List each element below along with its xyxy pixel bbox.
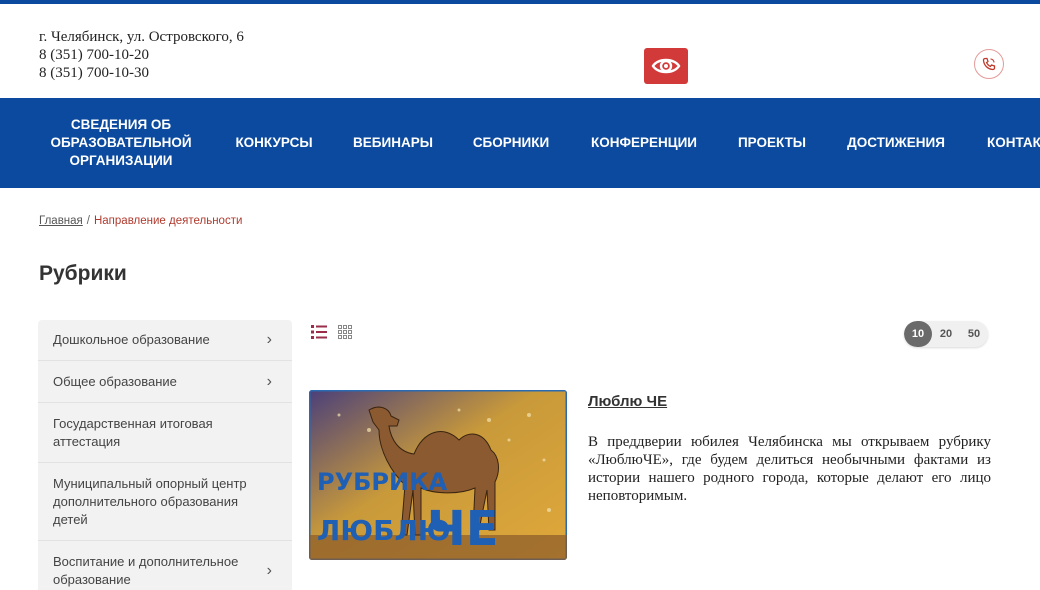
article-title-link[interactable]: Люблю ЧЕ <box>588 393 667 410</box>
sidebar-item-upbringing[interactable]: Воспитание и дополнительное образование … <box>38 541 292 590</box>
sidebar-item-municipal-center[interactable]: Муниципальный опорный центр дополнительн… <box>38 463 292 541</box>
nav-item-projects[interactable]: ПРОЕКТЫ <box>728 98 816 188</box>
address-text: г. Челябинск, ул. Островского, 6 <box>39 29 244 45</box>
main-navigation: СВЕДЕНИЯ ОБ ОБРАЗОВАТЕЛЬНОЙ ОРГАНИЗАЦИИ … <box>0 98 1040 188</box>
sidebar-item-label: Воспитание и дополнительное образование <box>53 554 239 587</box>
breadcrumb-current: Направление деятельности <box>93 215 243 227</box>
call-button[interactable] <box>974 49 1004 79</box>
phone-icon <box>982 57 996 71</box>
sidebar-item-state-certification[interactable]: Государственная итоговая аттестация <box>38 403 292 463</box>
chevron-right-icon: › <box>266 562 272 579</box>
page-size-20[interactable]: 20 <box>932 321 960 347</box>
image-caption-line3: ЧЕ <box>427 501 499 557</box>
grid-view-icon[interactable] <box>338 325 353 340</box>
chevron-right-icon: › <box>266 331 272 348</box>
header-contacts: г. Челябинск, ул. Островского, 6 8 (351)… <box>39 28 244 82</box>
nav-item-achievements[interactable]: ДОСТИЖЕНИЯ <box>836 98 956 188</box>
eye-icon <box>651 58 681 74</box>
nav-item-contacts[interactable]: КОНТАКТЫ <box>987 98 1040 188</box>
sidebar-item-preschool[interactable]: Дошкольное образование › <box>38 320 292 361</box>
sidebar-item-label: Дошкольное образование <box>53 332 210 347</box>
article-illustration: РУБРИКА ЛЮБЛЮ ЧЕ <box>309 390 567 560</box>
nav-item-webinars[interactable]: ВЕБИНАРЫ <box>344 98 442 188</box>
page-size-10[interactable]: 10 <box>904 321 932 347</box>
article-excerpt: В преддверии юбилея Челябинска мы открыв… <box>588 434 991 504</box>
sidebar-item-label: Муниципальный опорный центр дополнительн… <box>53 475 247 527</box>
breadcrumb: Главная / Направление деятельности <box>39 215 242 227</box>
page-size-selector: 10 20 50 <box>904 321 988 347</box>
nav-item-conferences[interactable]: КОНФЕРЕНЦИИ <box>580 98 708 188</box>
category-sidebar: Дошкольное образование › Общее образован… <box>38 320 292 590</box>
article-image[interactable]: РУБРИКА ЛЮБЛЮ ЧЕ <box>309 390 567 560</box>
page-size-50[interactable]: 50 <box>960 321 988 347</box>
sidebar-item-label: Государственная итоговая аттестация <box>53 415 213 449</box>
sidebar-item-general-education[interactable]: Общее образование › <box>38 361 292 403</box>
nav-item-contests[interactable]: КОНКУРСЫ <box>224 98 324 188</box>
nav-item-organization-info[interactable]: СВЕДЕНИЯ ОБ ОБРАЗОВАТЕЛЬНОЙ ОРГАНИЗАЦИИ <box>42 98 200 188</box>
image-caption-line1: РУБРИКА <box>317 468 448 496</box>
chevron-right-icon: › <box>266 372 272 390</box>
page-title: Рубрики <box>39 262 127 285</box>
accessibility-button[interactable] <box>644 48 688 84</box>
sidebar-item-label: Общее образование <box>53 373 177 389</box>
breadcrumb-home-link[interactable]: Главная <box>39 215 83 227</box>
top-accent-bar <box>0 0 1040 4</box>
phone-number-2[interactable]: 8 (351) 700-10-30 <box>39 64 244 82</box>
breadcrumb-separator: / <box>86 215 90 227</box>
nav-item-collections[interactable]: СБОРНИКИ <box>462 98 560 188</box>
phone-number-1[interactable]: 8 (351) 700-10-20 <box>39 46 244 64</box>
list-view-icon[interactable] <box>311 324 327 340</box>
